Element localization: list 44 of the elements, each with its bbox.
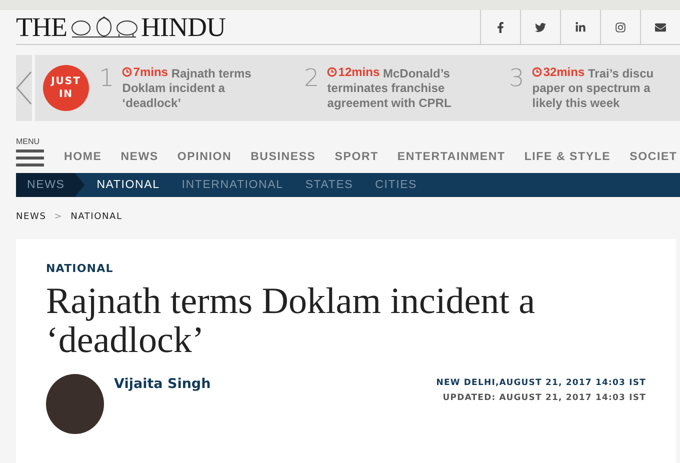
headline-link[interactable]: 12mins McDonald’s terminates franchise agreement with CPRL — [327, 64, 452, 112]
nav-link[interactable]: LIFE & STYLE — [524, 147, 611, 167]
clock-icon — [532, 67, 542, 78]
facebook-icon — [495, 22, 506, 32]
logo-text: THE — [16, 14, 67, 40]
breadcrumb-link[interactable]: NATIONAL — [70, 212, 122, 222]
hamburger-icon — [16, 149, 44, 167]
just-in-badge: JUST IN — [43, 65, 89, 111]
twitter-icon — [535, 22, 546, 32]
subnav-link[interactable]: CITIES — [375, 179, 418, 191]
author-name[interactable]: Vijaita Singh — [114, 376, 436, 392]
nav-link[interactable]: SPORT — [334, 147, 378, 167]
subnav-link[interactable]: STATES — [305, 179, 354, 191]
envelope-icon — [655, 22, 666, 32]
updated-time: UPDATED: AUGUST 21, 2017 14:03 IST — [442, 393, 646, 403]
newspaper-logo[interactable]: THE HINDU — [16, 14, 226, 40]
headline-number: 2 — [304, 64, 320, 94]
logo-text: HINDU — [140, 14, 226, 40]
subnav-link[interactable]: INTERNATIONAL — [182, 179, 284, 191]
article-title: Rajnath terms Doklam incident a ‘deadlock’ — [46, 282, 536, 360]
breadcrumb-separator: > — [54, 212, 63, 222]
nav-link[interactable]: ENTERTAINMENT — [397, 147, 506, 167]
nav-link[interactable]: HOME — [64, 147, 102, 167]
headline-number: 3 — [509, 64, 524, 94]
nav-link[interactable]: NEWS — [120, 147, 158, 167]
section-label[interactable]: NATIONAL — [46, 262, 114, 275]
emblem-icon — [68, 16, 139, 38]
nav-link[interactable]: BUSINESS — [250, 147, 316, 167]
menu-button[interactable]: MENU — [16, 137, 44, 167]
previous-button[interactable] — [16, 55, 35, 121]
linkedin-icon — [575, 22, 586, 32]
subnav-link[interactable]: NATIONAL — [96, 179, 160, 191]
instagram-icon — [615, 22, 626, 32]
dateline: NEW DELHI,AUGUST 21, 2017 14:03 IST — [436, 378, 646, 388]
nav-link[interactable]: SOCIET — [630, 147, 678, 167]
chevron-left-icon — [16, 71, 32, 105]
headline-link[interactable]: 7mins Rajnath terms Doklam incident a ‘deadlock’ — [122, 64, 252, 112]
breadcrumb-link[interactable]: NEWS — [16, 212, 46, 222]
headline-link[interactable]: 32mins Trai’s discu paper on spectrum a likely this week — [532, 64, 654, 112]
headline-number: 1 — [99, 64, 114, 94]
clock-icon — [327, 67, 338, 78]
section-link[interactable]: NEWS — [16, 173, 85, 197]
nav-link[interactable]: OPINION — [177, 147, 232, 167]
clock-icon — [122, 67, 132, 78]
